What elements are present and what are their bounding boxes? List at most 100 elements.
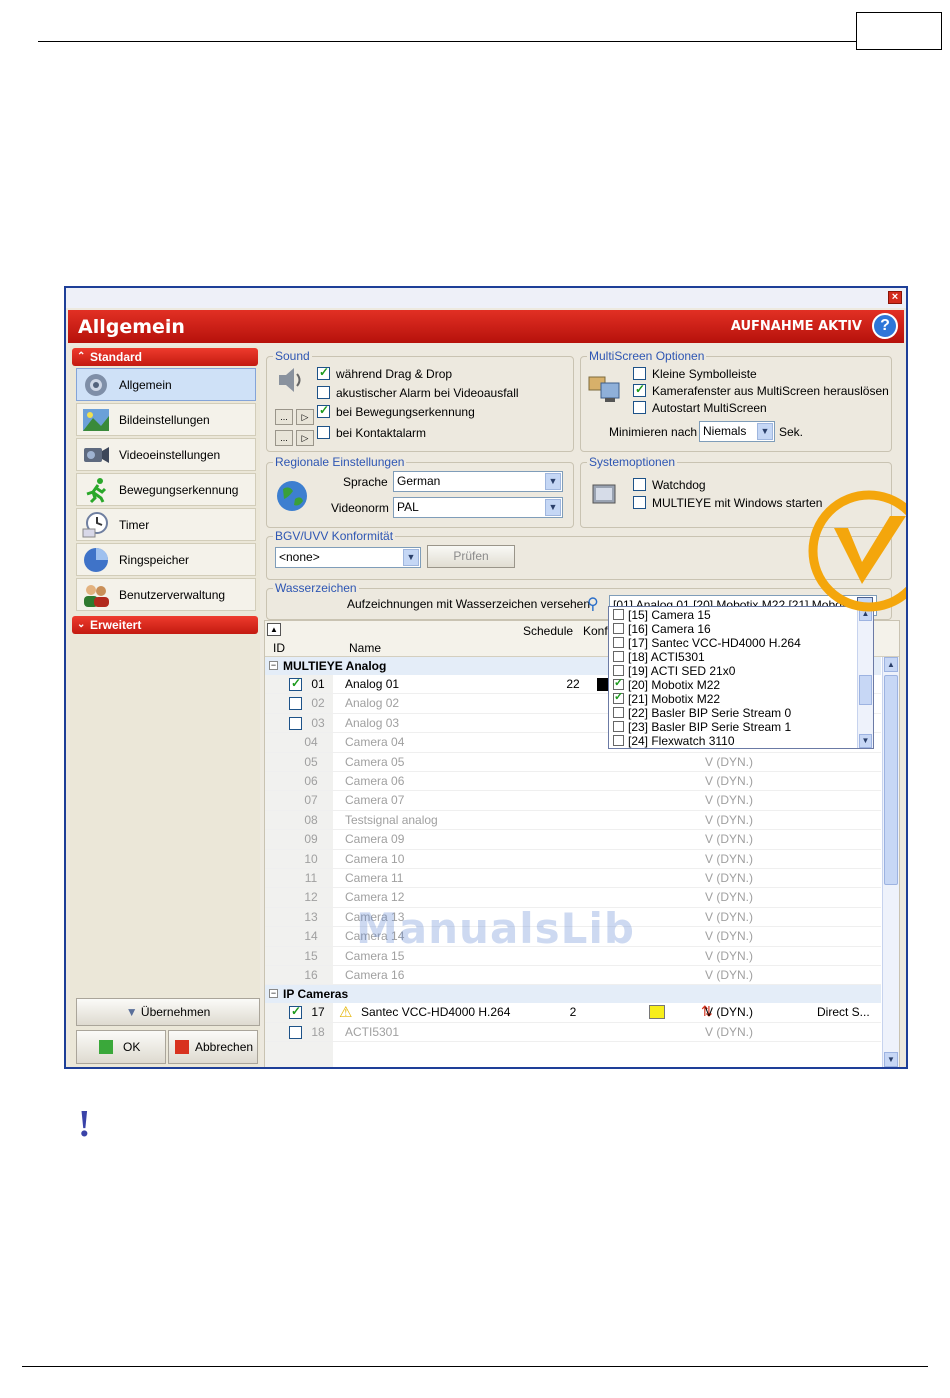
- collapse-icon[interactable]: −: [269, 989, 278, 999]
- sidebar-item-benutzerverwaltung[interactable]: Benutzerverwaltung: [76, 578, 256, 611]
- scroll-down-icon[interactable]: ▼: [884, 1052, 898, 1067]
- header-schedule[interactable]: Schedule: [523, 624, 573, 638]
- list-item-checkbox[interactable]: [613, 665, 624, 676]
- row-checkbox[interactable]: [289, 716, 302, 730]
- browse-sound-button[interactable]: ...: [275, 409, 293, 425]
- sound-option-3[interactable]: ...▷ bei Bewegungserkennung: [275, 403, 475, 425]
- list-item-checkbox[interactable]: [613, 690, 624, 704]
- list-item-checkbox[interactable]: [613, 735, 624, 746]
- language-select[interactable]: German ▼: [393, 471, 563, 492]
- motion-checkbox[interactable]: [317, 403, 330, 418]
- small-toolbar-checkbox[interactable]: [633, 367, 646, 380]
- bgv-select[interactable]: <none> ▼: [275, 547, 421, 568]
- list-item[interactable]: [24] Flexwatch 3110: [613, 734, 735, 748]
- row-checkbox[interactable]: [289, 697, 302, 711]
- apply-button[interactable]: ▼ Übernehmen: [76, 998, 260, 1026]
- system-option-2[interactable]: MULTIEYE mit Windows starten: [633, 496, 822, 510]
- list-item-checkbox[interactable]: [613, 676, 624, 690]
- table-row[interactable]: 14 Camera 14 V (DYN.): [265, 927, 881, 947]
- list-item[interactable]: [21] Mobotix M22: [613, 690, 720, 706]
- chevron-down-icon[interactable]: ▼: [545, 499, 561, 516]
- list-item[interactable]: [18] ACTI5301: [613, 650, 705, 664]
- list-item-checkbox[interactable]: [613, 651, 624, 662]
- minimize-select[interactable]: Niemals ▼: [699, 421, 775, 442]
- drag-drop-checkbox[interactable]: [317, 365, 330, 380]
- list-item-checkbox[interactable]: [613, 623, 624, 634]
- table-row[interactable]: 07 Camera 07 V (DYN.): [265, 791, 881, 811]
- color-swatch[interactable]: [649, 1005, 665, 1020]
- dropdown-icon[interactable]: ▼: [403, 549, 419, 566]
- check-button[interactable]: Prüfen: [427, 545, 515, 568]
- header-id[interactable]: ID: [273, 641, 285, 655]
- help-button[interactable]: ?: [872, 313, 898, 339]
- sidebar-item-bewegungserkennung[interactable]: Bewegungserkennung: [76, 473, 256, 506]
- scroll-down-icon[interactable]: ▼: [859, 734, 872, 748]
- row-checkbox[interactable]: [289, 676, 302, 691]
- sidebar-item-allgemein[interactable]: Allgemein: [76, 368, 256, 401]
- sidebar-item-ringspeicher[interactable]: Ringspeicher: [76, 543, 256, 576]
- scroll-thumb[interactable]: [884, 675, 898, 885]
- sound-option-2[interactable]: akustischer Alarm bei Videoausfall: [317, 386, 519, 400]
- sound-option-1[interactable]: während Drag & Drop: [317, 365, 452, 381]
- scroll-thumb[interactable]: [859, 675, 872, 705]
- sidebar-item-bildeinstellungen[interactable]: Bildeinstellungen: [76, 403, 256, 436]
- table-row[interactable]: 11 Camera 11 V (DYN.): [265, 869, 881, 889]
- list-item-checkbox[interactable]: [613, 609, 624, 620]
- contact-alarm-checkbox[interactable]: [317, 426, 330, 439]
- detach-window-checkbox[interactable]: [633, 382, 646, 397]
- autostart-windows-checkbox[interactable]: [633, 496, 646, 509]
- list-item[interactable]: [22] Basler BIP Serie Stream 0: [613, 706, 791, 720]
- cancel-button[interactable]: Abbrechen: [168, 1030, 258, 1064]
- table-row[interactable]: 06 Camera 06 V (DYN.): [265, 772, 881, 792]
- list-item[interactable]: [20] Mobotix M22: [613, 676, 720, 692]
- section-extended[interactable]: ⌄ Erweitert: [72, 616, 258, 634]
- list-item-checkbox[interactable]: [613, 637, 624, 648]
- list-item-checkbox[interactable]: [613, 707, 624, 718]
- table-row[interactable]: 08 Testsignal analog V (DYN.): [265, 811, 881, 831]
- watermark-camera-list[interactable]: [15] Camera 15 [16] Camera 16 [17] Santec …: [608, 606, 874, 749]
- video-norm-select[interactable]: PAL ▼: [393, 497, 563, 518]
- list-item-checkbox[interactable]: [613, 721, 624, 732]
- sound-option-4[interactable]: ... ▷ bei Kontaktalarm: [275, 426, 426, 446]
- grid-scrollbar[interactable]: ▲ ▼: [882, 657, 899, 1067]
- multiscreen-option-2[interactable]: Kamerafenster aus MultiScreen herauslöse…: [633, 382, 889, 398]
- collapse-all-icon[interactable]: ▲: [267, 623, 281, 636]
- row-checkbox[interactable]: [289, 1025, 302, 1039]
- chevron-down-icon[interactable]: ▼: [545, 473, 561, 490]
- watchdog-checkbox[interactable]: [633, 478, 646, 491]
- row-checkbox[interactable]: [289, 1004, 302, 1020]
- sidebar-item-timer[interactable]: Timer: [76, 508, 256, 541]
- list-item[interactable]: [23] Basler BIP Serie Stream 1: [613, 720, 791, 734]
- system-option-1[interactable]: Watchdog: [633, 478, 706, 492]
- table-row[interactable]: 15 Camera 15 V (DYN.): [265, 947, 881, 966]
- multiscreen-option-3[interactable]: Autostart MultiScreen: [633, 401, 767, 415]
- section-standard[interactable]: ⌃ Standard: [72, 348, 258, 366]
- ok-button[interactable]: OK: [76, 1030, 166, 1064]
- autostart-checkbox[interactable]: [633, 401, 646, 414]
- table-row[interactable]: 05 Camera 05 V (DYN.): [265, 753, 881, 772]
- table-row[interactable]: 10 Camera 10 V (DYN.): [265, 850, 881, 869]
- grid-category-ip[interactable]: − IP Cameras: [265, 985, 881, 1004]
- list-item[interactable]: [19] ACTI SED 21x0: [613, 664, 735, 678]
- table-row[interactable]: 16 Camera 16 V (DYN.): [265, 966, 881, 986]
- sidebar-item-videoeinstellungen[interactable]: Videoeinstellungen: [76, 438, 256, 471]
- list-item[interactable]: [17] Santec VCC-HD4000 H.264: [613, 636, 801, 650]
- scroll-up-icon[interactable]: ▲: [884, 657, 898, 672]
- table-row[interactable]: 09 Camera 09 V (DYN.): [265, 830, 881, 850]
- play-sound-button[interactable]: ▷: [296, 409, 314, 425]
- popup-scrollbar[interactable]: ▲ ▼: [857, 607, 873, 748]
- list-item[interactable]: [15] Camera 15: [613, 608, 711, 622]
- list-item[interactable]: [16] Camera 16: [613, 622, 711, 636]
- table-row[interactable]: 17⚠Santec VCC-HD4000 H.2642⇅V (DYN.)Dire…: [265, 1003, 881, 1023]
- close-button[interactable]: ×: [888, 291, 902, 304]
- scroll-up-icon[interactable]: ▲: [859, 607, 872, 621]
- table-row[interactable]: 18 ACTI5301 V (DYN.): [265, 1023, 881, 1043]
- play-sound-button[interactable]: ▷: [296, 430, 314, 446]
- multiscreen-option-1[interactable]: Kleine Symbolleiste: [633, 367, 757, 381]
- collapse-icon[interactable]: −: [269, 661, 278, 670]
- browse-sound-button[interactable]: ...: [275, 430, 293, 446]
- video-loss-checkbox[interactable]: [317, 386, 330, 399]
- header-name[interactable]: Name: [349, 641, 381, 655]
- chevron-down-icon[interactable]: ▼: [757, 423, 773, 440]
- table-row[interactable]: 12 Camera 12 V (DYN.): [265, 888, 881, 908]
